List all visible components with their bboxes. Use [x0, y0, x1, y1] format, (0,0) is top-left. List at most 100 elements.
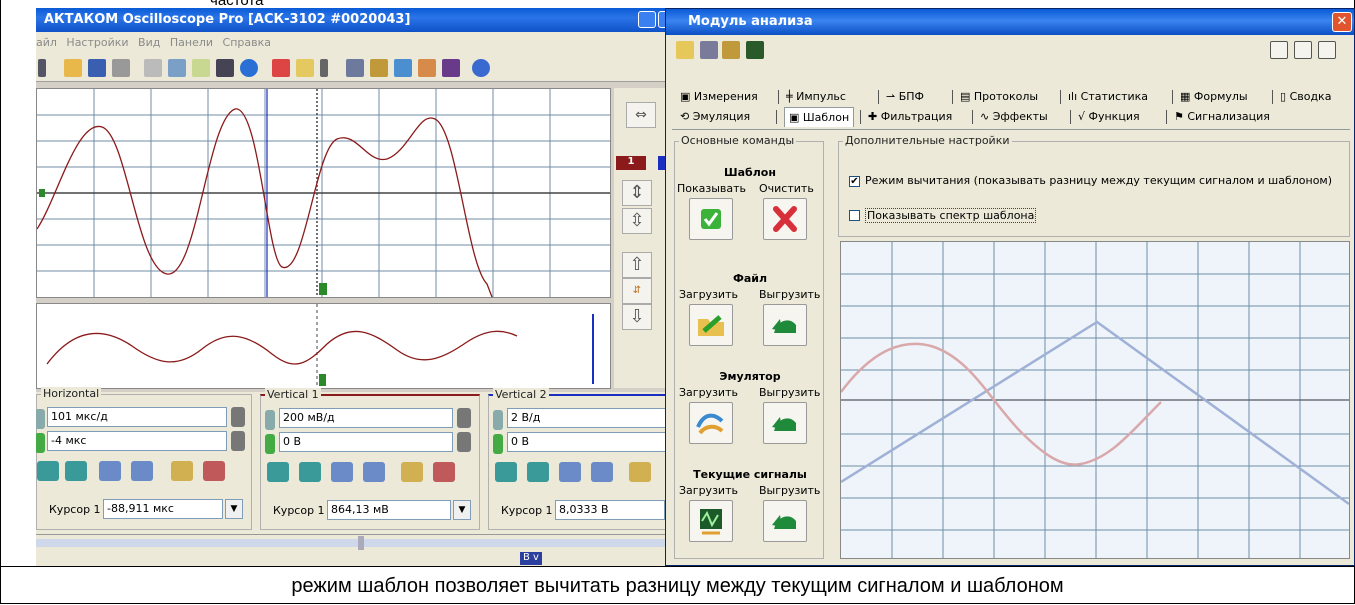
- tab-protocols[interactable]: ▤ Протоколы: [960, 87, 1038, 107]
- chevron-down-icon[interactable]: [320, 59, 328, 77]
- time-scrollbar[interactable]: [36, 539, 672, 547]
- reset-icon[interactable]: [203, 461, 225, 481]
- expand-vertical-button[interactable]: ⇕: [622, 180, 652, 206]
- zoom-in-icon[interactable]: [559, 462, 581, 482]
- tab-pulse[interactable]: ╪ Импульс: [786, 87, 846, 107]
- pause-icon[interactable]: [240, 59, 258, 77]
- zoom-in-icon[interactable]: [99, 461, 121, 481]
- template-plot[interactable]: [840, 241, 1350, 559]
- cut-icon[interactable]: [272, 59, 290, 77]
- lock-icon[interactable]: [231, 407, 245, 427]
- shift-right-icon[interactable]: [65, 461, 87, 481]
- v1-cursor-value-field[interactable]: 864,13 мВ: [327, 500, 451, 520]
- chevron-down-icon[interactable]: ▼: [225, 499, 243, 519]
- star-icon[interactable]: [676, 41, 694, 59]
- file-unload-button[interactable]: [763, 304, 807, 346]
- scroll-thumb[interactable]: [358, 536, 364, 550]
- zoom-out-icon[interactable]: [363, 462, 385, 482]
- auto-scale-icon[interactable]: [629, 462, 651, 482]
- transistor-icon[interactable]: [370, 59, 388, 77]
- tab-statistics[interactable]: ılı Статистика: [1068, 87, 1148, 107]
- chevron-down-icon[interactable]: ▼: [453, 500, 471, 520]
- channel-icon[interactable]: [38, 59, 46, 77]
- monitor-icon[interactable]: [216, 59, 234, 77]
- compress-vertical-button[interactable]: ⇳: [622, 208, 652, 234]
- shift-down-icon[interactable]: [495, 462, 517, 482]
- tab-measurements[interactable]: ▣ Измерения: [680, 87, 758, 107]
- zoom-horizontal-button[interactable]: ⇔: [626, 102, 656, 128]
- open-folder-icon[interactable]: [64, 59, 82, 77]
- tab-alarm[interactable]: ⚑ Сигнализация: [1174, 107, 1270, 127]
- v2-offset-field[interactable]: 0 В: [507, 432, 671, 452]
- v2-cursor-value-field[interactable]: 8,0333 В: [555, 500, 665, 520]
- shift-up-icon[interactable]: [299, 462, 321, 482]
- generator-icon[interactable]: [418, 59, 436, 77]
- tab-summary[interactable]: ▯ Сводка: [1280, 87, 1331, 107]
- auto-scale-icon[interactable]: [171, 461, 193, 481]
- lock-icon[interactable]: [231, 431, 245, 451]
- probe-icon[interactable]: [394, 59, 412, 77]
- v1-offset-field[interactable]: 0 В: [279, 432, 453, 452]
- shift-left-icon[interactable]: [37, 461, 59, 481]
- emulator-load-button[interactable]: [689, 402, 733, 444]
- scope-icon[interactable]: [746, 41, 764, 59]
- tab-fft[interactable]: ⇀ БПФ: [886, 87, 924, 107]
- menu-settings[interactable]: Настройки: [66, 36, 128, 49]
- zoom-in-icon[interactable]: [331, 462, 353, 482]
- copy-icon[interactable]: [144, 59, 162, 77]
- analysis-title: Модуль анализа: [688, 14, 813, 29]
- zoom-out-icon[interactable]: [131, 461, 153, 481]
- chart-icon[interactable]: [442, 59, 460, 77]
- window-restore-icon[interactable]: [1270, 41, 1288, 59]
- current-load-button[interactable]: [689, 500, 733, 542]
- save-icon[interactable]: [88, 59, 106, 77]
- auto-scale-icon[interactable]: [401, 462, 423, 482]
- close-icon[interactable]: ✕: [1332, 12, 1352, 32]
- menu-help[interactable]: Справка: [223, 36, 271, 49]
- book-icon[interactable]: [700, 41, 718, 59]
- time-offset-field[interactable]: -4 мкс: [47, 431, 227, 451]
- tab-emulation[interactable]: ⟲ Эмуляция: [680, 107, 750, 127]
- signal-icon[interactable]: [192, 59, 210, 77]
- tab-effects[interactable]: ∿ Эффекты: [980, 107, 1048, 127]
- template-show-button[interactable]: [689, 198, 733, 240]
- move-down-button[interactable]: ⇩: [622, 304, 652, 330]
- step-button[interactable]: ⇵: [622, 278, 652, 304]
- emulator-unload-button[interactable]: [763, 402, 807, 444]
- menu-panels[interactable]: Панели: [170, 36, 213, 49]
- tab-function[interactable]: √ Функция: [1078, 107, 1140, 127]
- file-load-button[interactable]: [689, 304, 733, 346]
- timebase-field[interactable]: 101 мкс/д: [47, 407, 227, 427]
- lock-icon[interactable]: [457, 408, 471, 428]
- paste-icon[interactable]: [168, 59, 186, 77]
- move-up-button[interactable]: ⇧: [622, 252, 652, 278]
- window-minimize-icon[interactable]: [1294, 41, 1312, 59]
- scope-main-view[interactable]: [36, 88, 611, 298]
- tab-formulas[interactable]: ▦ Формулы: [1180, 87, 1248, 107]
- lock-icon[interactable]: [457, 432, 471, 452]
- v1-scale-field[interactable]: 200 мВ/д: [279, 408, 453, 428]
- channel-badge[interactable]: 1: [616, 156, 646, 170]
- reset-icon[interactable]: [433, 462, 455, 482]
- zoom-out-icon[interactable]: [591, 462, 613, 482]
- menu-file[interactable]: айл: [36, 36, 57, 49]
- cursor-tool-icon[interactable]: [296, 59, 314, 77]
- shift-up-icon[interactable]: [527, 462, 549, 482]
- tab-template[interactable]: ▣ Шаблон: [784, 107, 855, 127]
- v2-scale-field[interactable]: 2 В/д: [507, 408, 671, 428]
- transistor-icon[interactable]: [722, 41, 740, 59]
- subtract-mode-checkbox[interactable]: ✔: [849, 176, 860, 187]
- current-unload-button[interactable]: [763, 500, 807, 542]
- info-icon[interactable]: [472, 59, 490, 77]
- measure-icon[interactable]: [346, 59, 364, 77]
- minimize-button[interactable]: [638, 11, 656, 28]
- menu-view[interactable]: Вид: [138, 36, 160, 49]
- window-close-icon[interactable]: [1318, 41, 1336, 59]
- template-clear-button[interactable]: [763, 198, 807, 240]
- scope-zoom-view[interactable]: [36, 303, 611, 389]
- show-spectrum-checkbox[interactable]: [849, 210, 860, 221]
- shift-down-icon[interactable]: [267, 462, 289, 482]
- tab-filtering[interactable]: ✚ Фильтрация: [868, 107, 952, 127]
- cursor-value-field[interactable]: -88,911 мкс: [103, 499, 223, 519]
- print-icon[interactable]: [112, 59, 130, 77]
